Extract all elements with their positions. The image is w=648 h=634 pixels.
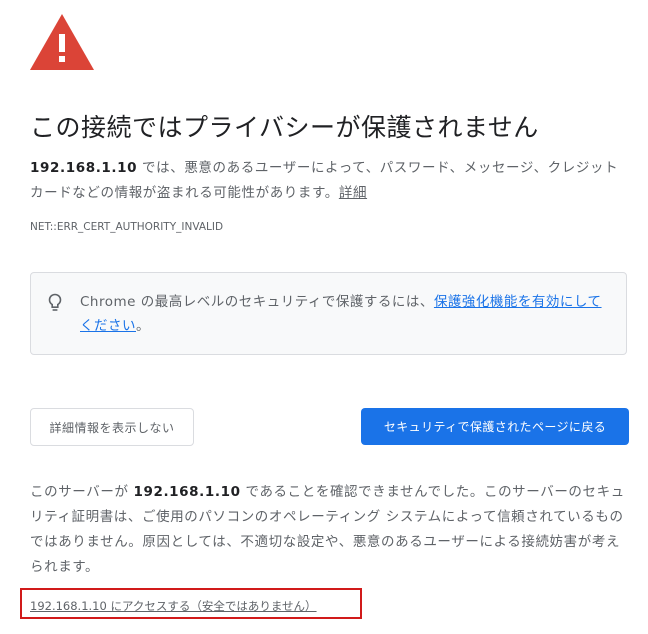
- tip-text: Chrome の最高レベルのセキュリティで保護するには、保護強化機能を有効にして…: [80, 290, 610, 338]
- back-to-safety-button[interactable]: セキュリティで保護されたページに戻る: [361, 408, 629, 445]
- enhanced-protection-tip: Chrome の最高レベルのセキュリティで保護するには、保護強化機能を有効にして…: [30, 272, 627, 355]
- host-name: 192.168.1.10: [30, 160, 138, 176]
- intro-paragraph: 192.168.1.10 では、悪意のあるユーザーによって、パスワード、メッセー…: [30, 156, 626, 206]
- lightbulb-icon: [48, 293, 62, 311]
- details-prefix: このサーバーが: [30, 484, 134, 500]
- proceed-unsafe-link[interactable]: 192.168.1.10 にアクセスする（安全ではありません）: [30, 598, 317, 614]
- details-host-name: 192.168.1.10: [133, 484, 241, 500]
- interstitial-page: この接続ではプライバシーが保護されません 192.168.1.10 では、悪意の…: [0, 0, 648, 634]
- page-title: この接続ではプライバシーが保護されません: [30, 113, 539, 142]
- error-code: NET::ERR_CERT_AUTHORITY_INVALID: [30, 221, 224, 233]
- hide-details-button[interactable]: 詳細情報を表示しない: [30, 408, 194, 446]
- tip-message: Chrome の最高レベルのセキュリティで保護するには、: [80, 294, 434, 310]
- learn-more-link[interactable]: 詳細: [339, 185, 367, 201]
- details-paragraph: このサーバーが 192.168.1.10 であることを確認できませんでした。この…: [30, 480, 630, 580]
- tip-suffix: 。: [136, 318, 150, 334]
- warning-icon: [30, 14, 94, 70]
